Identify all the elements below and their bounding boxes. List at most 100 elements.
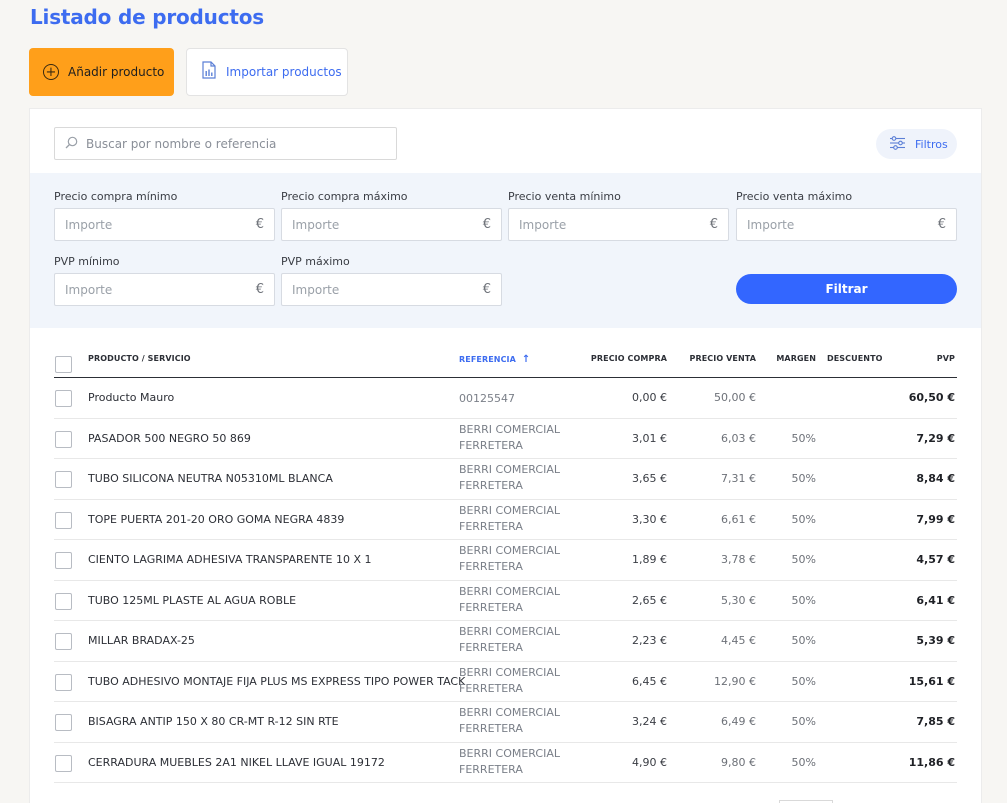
add-product-label: Añadir producto [68,65,165,79]
products-card: Filtros Precio compra mínimo € Precio co… [29,108,982,803]
filter-field: € [54,273,275,306]
column-precio-compra[interactable]: PRECIO COMPRA [591,354,667,363]
add-product-button[interactable]: + Añadir producto [29,48,174,96]
row-checkbox[interactable] [55,430,72,448]
cell-precio-venta: 6,49 € [721,715,756,728]
table-row[interactable]: TUBO SILICONA NEUTRA N05310ML BLANCA BERR… [54,459,957,500]
table-row[interactable]: PASADOR 500 NEGRO 50 869 BERRI COMERCIAL … [54,419,957,459]
filter-precio-compra-min: Precio compra mínimo € [54,190,275,241]
cell-precio-compra: 3,30 € [632,512,667,526]
precio-venta-min-input[interactable] [519,217,689,232]
cell-producto[interactable]: TUBO SILICONA NEUTRA N05310ML BLANCA [88,472,333,485]
currency-symbol: € [482,282,491,297]
cell-referencia: BERRI COMERCIAL FERRETERA [459,706,560,735]
filters-toggle-button[interactable]: Filtros [876,129,957,159]
currency-symbol: € [482,217,491,232]
column-margen[interactable]: MARGEN [776,354,816,363]
column-pvp[interactable]: PVP [937,354,955,363]
column-referencia[interactable]: REFERENCIA ↑ [459,354,530,365]
sliders-icon [889,135,906,154]
cell-precio-venta: 3,78 € [721,553,756,566]
cell-producto[interactable]: CIENTO LAGRIMA ADHESIVA TRANSPARENTE 10 … [88,553,372,566]
filter-field: € [508,208,729,241]
cell-precio-compra: 4,90 € [632,755,667,769]
cell-precio-compra: 3,01 € [632,431,667,445]
table-row[interactable]: TOPE PUERTA 201-20 ORO GOMA NEGRA 4839 BE… [54,500,957,540]
cell-precio-venta: 4,45 € [721,634,756,647]
table-row[interactable]: BISAGRA ANTIP 150 X 80 CR-MT R-12 SIN RT… [54,702,957,743]
cell-producto[interactable]: TUBO ADHESIVO MONTAJE FIJA PLUS MS EXPRE… [88,675,465,688]
cell-producto[interactable]: TOPE PUERTA 201-20 ORO GOMA NEGRA 4839 [88,513,344,526]
precio-compra-max-input[interactable] [292,217,462,232]
filter-precio-venta-max: Precio venta máximo € [736,190,957,241]
cell-producto[interactable]: CERRADURA MUEBLES 2A1 NIKEL LLAVE IGUAL … [88,756,385,769]
cell-precio-venta: 5,30 € [721,593,756,607]
filter-label: Precio venta mínimo [508,190,621,203]
cell-margen: 50% [791,553,816,566]
filter-pvp-max: PVP máximo € [281,255,502,306]
select-all-checkbox[interactable] [55,356,72,373]
cell-margen: 50% [791,512,816,526]
precio-venta-max-input[interactable] [747,217,917,232]
column-producto[interactable]: PRODUCTO / SERVICIO [88,354,191,363]
cell-referencia: BERRI COMERCIAL FERRETERA [459,544,560,573]
cell-margen: 50% [791,674,816,688]
precio-compra-min-input[interactable] [65,217,235,232]
row-checkbox[interactable] [55,673,72,691]
table-row[interactable]: CERRADURA MUEBLES 2A1 NIKEL LLAVE IGUAL … [54,743,957,783]
table-row[interactable]: CIENTO LAGRIMA ADHESIVA TRANSPARENTE 10 … [54,540,957,581]
table-row[interactable]: TUBO ADHESIVO MONTAJE FIJA PLUS MS EXPRE… [54,662,957,702]
currency-symbol: € [709,217,718,232]
cell-referencia: BERRI COMERCIAL FERRETERA [459,422,560,452]
table-row[interactable]: Producto Mauro 00125547 0,00 € 50,00 € 60,50… [54,378,957,419]
cell-margen: 50% [791,431,816,445]
column-descuento[interactable]: DESCUENTO [827,354,883,363]
cell-producto[interactable]: TUBO 125ML PLASTE AL AGUA ROBLE [88,594,296,607]
plus-circle-icon: + [43,64,59,80]
cell-producto[interactable]: PASADOR 500 NEGRO 50 869 [88,432,251,445]
row-checkbox[interactable] [55,471,72,488]
cell-margen: 50% [791,593,816,607]
spreadsheet-icon [201,61,217,83]
apply-filters-button[interactable]: Filtrar [736,274,957,304]
row-checkbox[interactable] [55,552,72,569]
pvp-max-input[interactable] [292,282,462,297]
cell-precio-compra: 3,65 € [632,472,667,485]
cell-referencia: BERRI COMERCIAL FERRETERA [459,584,560,614]
row-checkbox[interactable] [55,633,72,650]
search-icon [65,134,78,153]
table-row[interactable]: MILLAR BRADAX-25 BERRI COMERCIAL FERRETER… [54,621,957,662]
table-row[interactable]: TUBO 125ML PLASTE AL AGUA ROBLE BERRI COM… [54,581,957,621]
filter-field: € [736,208,957,241]
row-checkbox[interactable] [55,714,72,731]
cell-margen: 50% [791,472,816,485]
cell-referencia: BERRI COMERCIAL FERRETERA [459,746,560,776]
cell-precio-venta: 9,80 € [721,755,756,769]
cell-producto[interactable]: MILLAR BRADAX-25 [88,634,195,647]
filter-label: Precio compra mínimo [54,190,178,203]
pvp-min-input[interactable] [65,282,235,297]
cell-pvp: 60,50 € [908,391,955,404]
cell-referencia: BERRI COMERCIAL FERRETERA [459,503,560,533]
cell-producto[interactable]: Producto Mauro [88,391,174,404]
column-referencia-label: REFERENCIA [459,355,516,364]
cell-pvp: 7,99 € [916,512,955,526]
cell-precio-compra: 1,89 € [632,553,667,566]
filter-precio-venta-min: Precio venta mínimo € [508,190,729,241]
column-precio-venta[interactable]: PRECIO VENTA [689,354,756,363]
filter-field: € [281,273,502,306]
search-input[interactable] [86,136,376,151]
cell-pvp: 7,85 € [916,715,955,728]
currency-symbol: € [937,217,946,232]
cell-referencia: 00125547 [459,392,515,405]
cell-precio-venta: 6,03 € [721,431,756,445]
filter-label: PVP máximo [281,255,350,268]
import-products-button[interactable]: Importar productos [186,48,348,96]
row-checkbox[interactable] [55,511,72,529]
row-checkbox[interactable] [55,754,72,772]
import-products-label: Importar productos [226,65,342,79]
cell-precio-venta: 7,31 € [721,472,756,485]
cell-producto[interactable]: BISAGRA ANTIP 150 X 80 CR-MT R-12 SIN RT… [88,715,339,728]
row-checkbox[interactable] [55,592,72,610]
row-checkbox[interactable] [55,390,72,407]
